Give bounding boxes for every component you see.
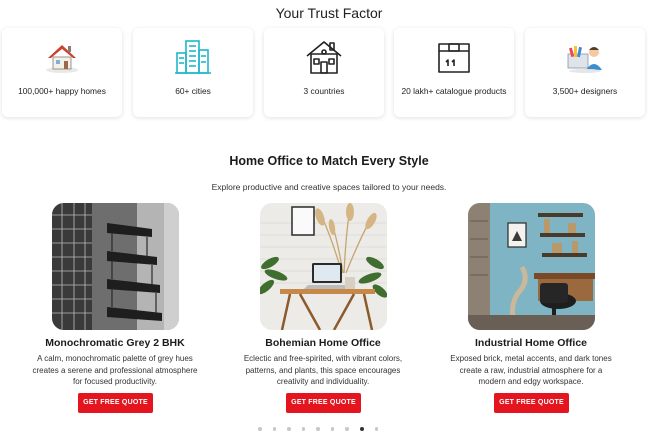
style-card-description: Exposed brick, metal accents, and dark t…: [450, 354, 612, 386]
carousel-dot[interactable]: [316, 427, 320, 431]
style-image[interactable]: [468, 203, 595, 330]
trust-card-designers: 3,500+ designers: [525, 28, 645, 117]
style-card-description: A calm, monochromatic palette of grey hu…: [32, 354, 198, 386]
trust-card-products: 20 lakh+ catalogue products: [394, 28, 514, 117]
trust-card-countries: 3 countries: [264, 28, 384, 117]
carousel-dot[interactable]: [345, 427, 349, 431]
get-free-quote-button[interactable]: GET FREE QUOTE: [286, 393, 361, 413]
carousel-dot[interactable]: [272, 427, 276, 431]
home-outline-icon: [264, 38, 384, 76]
box-icon: [394, 38, 514, 76]
carousel-dot[interactable]: [359, 427, 364, 431]
designer-icon: [525, 38, 645, 76]
trust-label: 60+ cities: [175, 86, 211, 96]
carousel-dot[interactable]: [301, 427, 305, 431]
trust-card-happy-homes: 100,000+ happy homes: [2, 28, 122, 117]
style-card-title: Industrial Home Office: [474, 337, 588, 349]
style-card-title: Monochromatic Grey 2 BHK: [45, 337, 185, 349]
trust-label: 100,000+ happy homes: [18, 86, 106, 96]
trust-label: 20 lakh+ catalogue products: [401, 86, 507, 96]
buildings-icon: [133, 38, 253, 76]
trust-label: 3 countries: [303, 86, 345, 96]
section-title: Home Office to Match Every Style: [229, 154, 429, 168]
carousel-dots: [258, 427, 378, 431]
style-image[interactable]: [52, 203, 179, 330]
style-image[interactable]: [260, 203, 387, 330]
house-icon: [2, 38, 122, 76]
carousel-dot[interactable]: [330, 427, 334, 431]
trust-label: 3,500+ designers: [552, 86, 618, 96]
carousel-dot[interactable]: [258, 427, 262, 431]
section-subtitle: Explore productive and creative spaces t…: [211, 182, 447, 192]
style-card-title: Bohemian Home Office: [265, 337, 381, 349]
carousel-dot[interactable]: [287, 427, 291, 431]
trust-card-cities: 60+ cities: [133, 28, 253, 117]
trust-title: Your Trust Factor: [275, 5, 383, 21]
get-free-quote-button[interactable]: GET FREE QUOTE: [78, 393, 153, 413]
style-card-description: Eclectic and free-spirited, with vibrant…: [243, 354, 403, 386]
get-free-quote-button[interactable]: GET FREE QUOTE: [494, 393, 569, 413]
carousel-dot[interactable]: [374, 427, 378, 431]
